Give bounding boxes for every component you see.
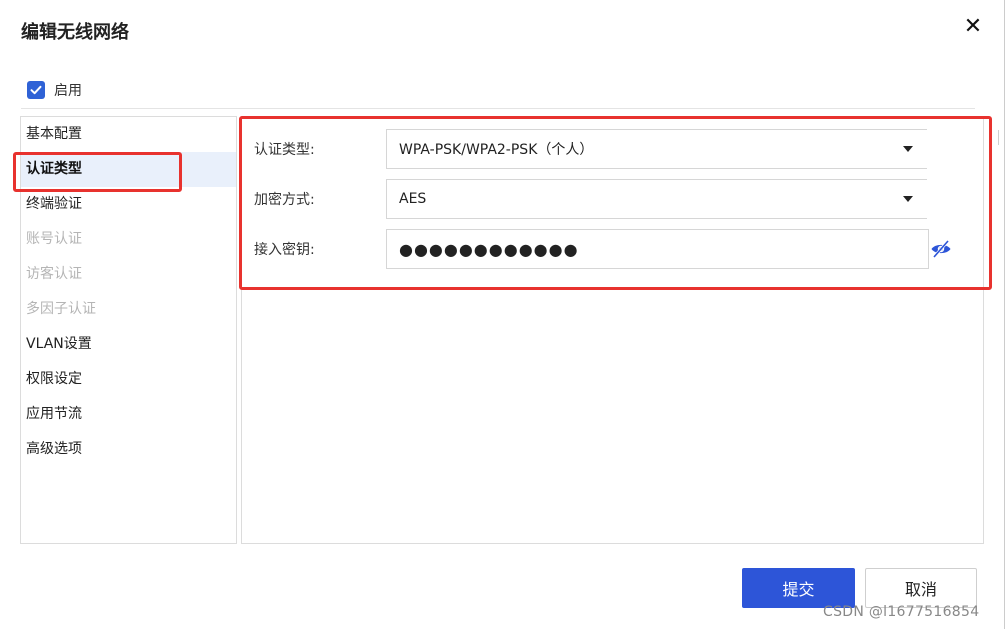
encryption-row: 加密方式: AES [254, 179, 927, 219]
sidebar-item-account-auth: 账号认证 [26, 231, 82, 247]
enable-label: 启用 [54, 83, 82, 99]
access-key-input[interactable]: ●●●●●●●●●●●● [386, 229, 929, 269]
dialog-title: 编辑无线网络 [21, 22, 129, 43]
cancel-button[interactable]: 取消 [865, 568, 977, 608]
window-edge-mark [998, 130, 1005, 145]
sidebar-item-guest-auth: 访客认证 [26, 266, 82, 282]
access-key-row: 接入密钥: ●●●●●●●●●●●● [254, 229, 929, 269]
sidebar-item-permissions[interactable]: 权限设定 [21, 362, 236, 397]
sidebar-item-terminal-verify[interactable]: 终端验证 [21, 187, 236, 222]
submit-button[interactable]: 提交 [742, 568, 855, 608]
sidebar-item-basic-config[interactable]: 基本配置 [21, 117, 236, 152]
access-key-label: 接入密钥: [254, 242, 315, 258]
watermark: CSDN @l1677516854 [823, 604, 980, 620]
sidebar-item-app-throttle[interactable]: 应用节流 [21, 397, 236, 432]
close-icon[interactable]: ✕ [961, 15, 985, 39]
encryption-value: AES [399, 191, 427, 207]
enable-toggle[interactable]: 启用 [27, 80, 82, 100]
sidebar-item-advanced[interactable]: 高级选项 [21, 432, 236, 467]
header-divider [21, 108, 975, 109]
checkmark-icon [30, 85, 42, 95]
sidebar-item-mfa-auth: 多因子认证 [26, 301, 96, 317]
auth-type-row: 认证类型: WPA-PSK/WPA2-PSK（个人） [254, 129, 927, 169]
edit-wireless-dialog: 编辑无线网络 ✕ 启用 基本配置 认证类型 终端验证 账号认证 访客认证 多因子… [0, 0, 1005, 629]
encryption-label: 加密方式: [254, 192, 315, 208]
auth-type-select[interactable]: WPA-PSK/WPA2-PSK（个人） [386, 129, 927, 169]
auth-type-value: WPA-PSK/WPA2-PSK（个人） [399, 142, 594, 158]
sidebar-item-auth-type[interactable]: 认证类型 [21, 152, 236, 187]
caret-down-icon [903, 146, 913, 152]
settings-sidebar: 基本配置 认证类型 终端验证 账号认证 访客认证 多因子认证 VLAN设置 权限… [20, 116, 237, 544]
eye-hidden-icon[interactable] [930, 239, 952, 259]
encryption-select[interactable]: AES [386, 179, 927, 219]
caret-down-icon [903, 196, 913, 202]
sidebar-item-vlan[interactable]: VLAN设置 [21, 327, 236, 362]
auth-type-label: 认证类型: [254, 142, 315, 158]
enable-checkbox[interactable] [27, 81, 45, 99]
